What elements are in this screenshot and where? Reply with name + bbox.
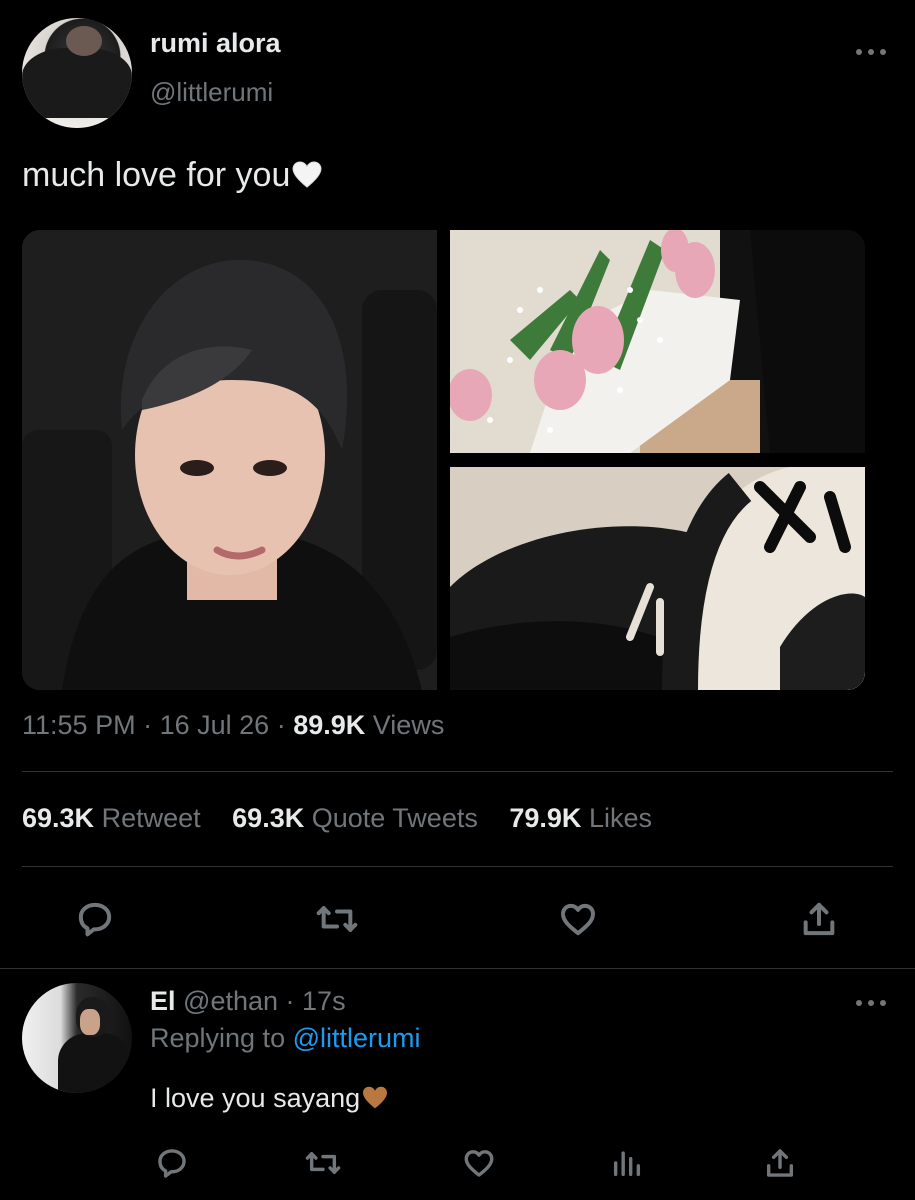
reply-share-button[interactable] xyxy=(758,1141,802,1185)
likes-label: Likes xyxy=(588,803,652,833)
reply-analytics-button[interactable] xyxy=(605,1141,649,1185)
share-button[interactable] xyxy=(797,897,841,941)
views-count: 89.9K xyxy=(293,710,366,740)
reply-icon xyxy=(78,902,112,937)
reply-reply-button[interactable] xyxy=(150,1141,194,1185)
author-handle[interactable]: @littlerumi xyxy=(150,77,273,108)
retweet-stat[interactable]: 69.3K Retweet xyxy=(22,803,201,833)
quote-label: Quote Tweets xyxy=(311,803,478,833)
divider xyxy=(0,968,915,969)
heart-icon xyxy=(561,903,595,936)
reply-retweet-button[interactable] xyxy=(301,1141,345,1185)
heart-icon xyxy=(464,1150,494,1177)
reply-button[interactable] xyxy=(73,897,117,941)
replying-to: Replying to @littlerumi xyxy=(150,1023,421,1054)
views-label: Views xyxy=(372,710,445,740)
divider xyxy=(22,866,893,867)
reply-icon xyxy=(158,1149,186,1178)
white-heart-icon xyxy=(292,161,322,188)
quote-count: 69.3K xyxy=(232,803,305,833)
ny-cap-photo[interactable] xyxy=(450,467,865,690)
separator-dot: · xyxy=(143,710,160,740)
reply-more-options-icon[interactable] xyxy=(856,997,886,1009)
engagement-stats: 69.3K Retweet 69.3K Quote Tweets 79.9K L… xyxy=(22,803,676,834)
replying-to-link[interactable]: @littlerumi xyxy=(293,1023,421,1053)
analytics-icon xyxy=(613,1151,641,1177)
reply-text-content: I love you sayang xyxy=(150,1083,361,1113)
tweet-text: much love for you xyxy=(22,156,322,195)
reply-author-handle[interactable]: @ethan xyxy=(183,986,278,1016)
like-button[interactable] xyxy=(556,897,600,941)
retweet-icon xyxy=(316,906,358,932)
separator-dot: · xyxy=(276,710,294,740)
author-name[interactable]: rumi alora xyxy=(150,28,281,59)
reply-text: I love you sayang xyxy=(150,1083,388,1114)
retweet-button[interactable] xyxy=(315,897,359,941)
reply-like-button[interactable] xyxy=(457,1141,501,1185)
replying-prefix: Replying to xyxy=(150,1023,286,1053)
tweet-text-content: much love for you xyxy=(22,156,291,194)
retweet-label: Retweet xyxy=(101,803,201,833)
avatar[interactable] xyxy=(22,18,132,128)
likes-stat[interactable]: 79.9K Likes xyxy=(509,803,652,833)
reply-author-name[interactable]: El xyxy=(150,986,176,1016)
retweet-count: 69.3K xyxy=(22,803,95,833)
separator-dot: · xyxy=(285,986,303,1016)
portrait-photo[interactable] xyxy=(22,230,437,690)
reply-time[interactable]: 17s xyxy=(302,986,346,1016)
likes-count: 79.9K xyxy=(509,803,582,833)
quote-stat[interactable]: 69.3K Quote Tweets xyxy=(232,803,478,833)
media-grid xyxy=(22,230,865,690)
timestamp-line: 11:55 PM · 16 Jul 26 · 89.9K Views xyxy=(22,710,444,741)
tweet-date[interactable]: 16 Jul 26 xyxy=(160,710,270,740)
divider xyxy=(22,771,893,772)
reply-header: El @ethan · 17s xyxy=(150,986,346,1017)
retweet-icon xyxy=(305,1152,341,1174)
share-icon xyxy=(766,1149,794,1177)
reply-avatar[interactable] xyxy=(22,983,132,1093)
brown-heart-icon xyxy=(363,1086,388,1109)
share-icon xyxy=(803,902,835,936)
flower-bouquet-photo[interactable] xyxy=(450,230,865,453)
tweet-time[interactable]: 11:55 PM xyxy=(22,710,136,740)
more-options-icon[interactable] xyxy=(856,46,886,58)
